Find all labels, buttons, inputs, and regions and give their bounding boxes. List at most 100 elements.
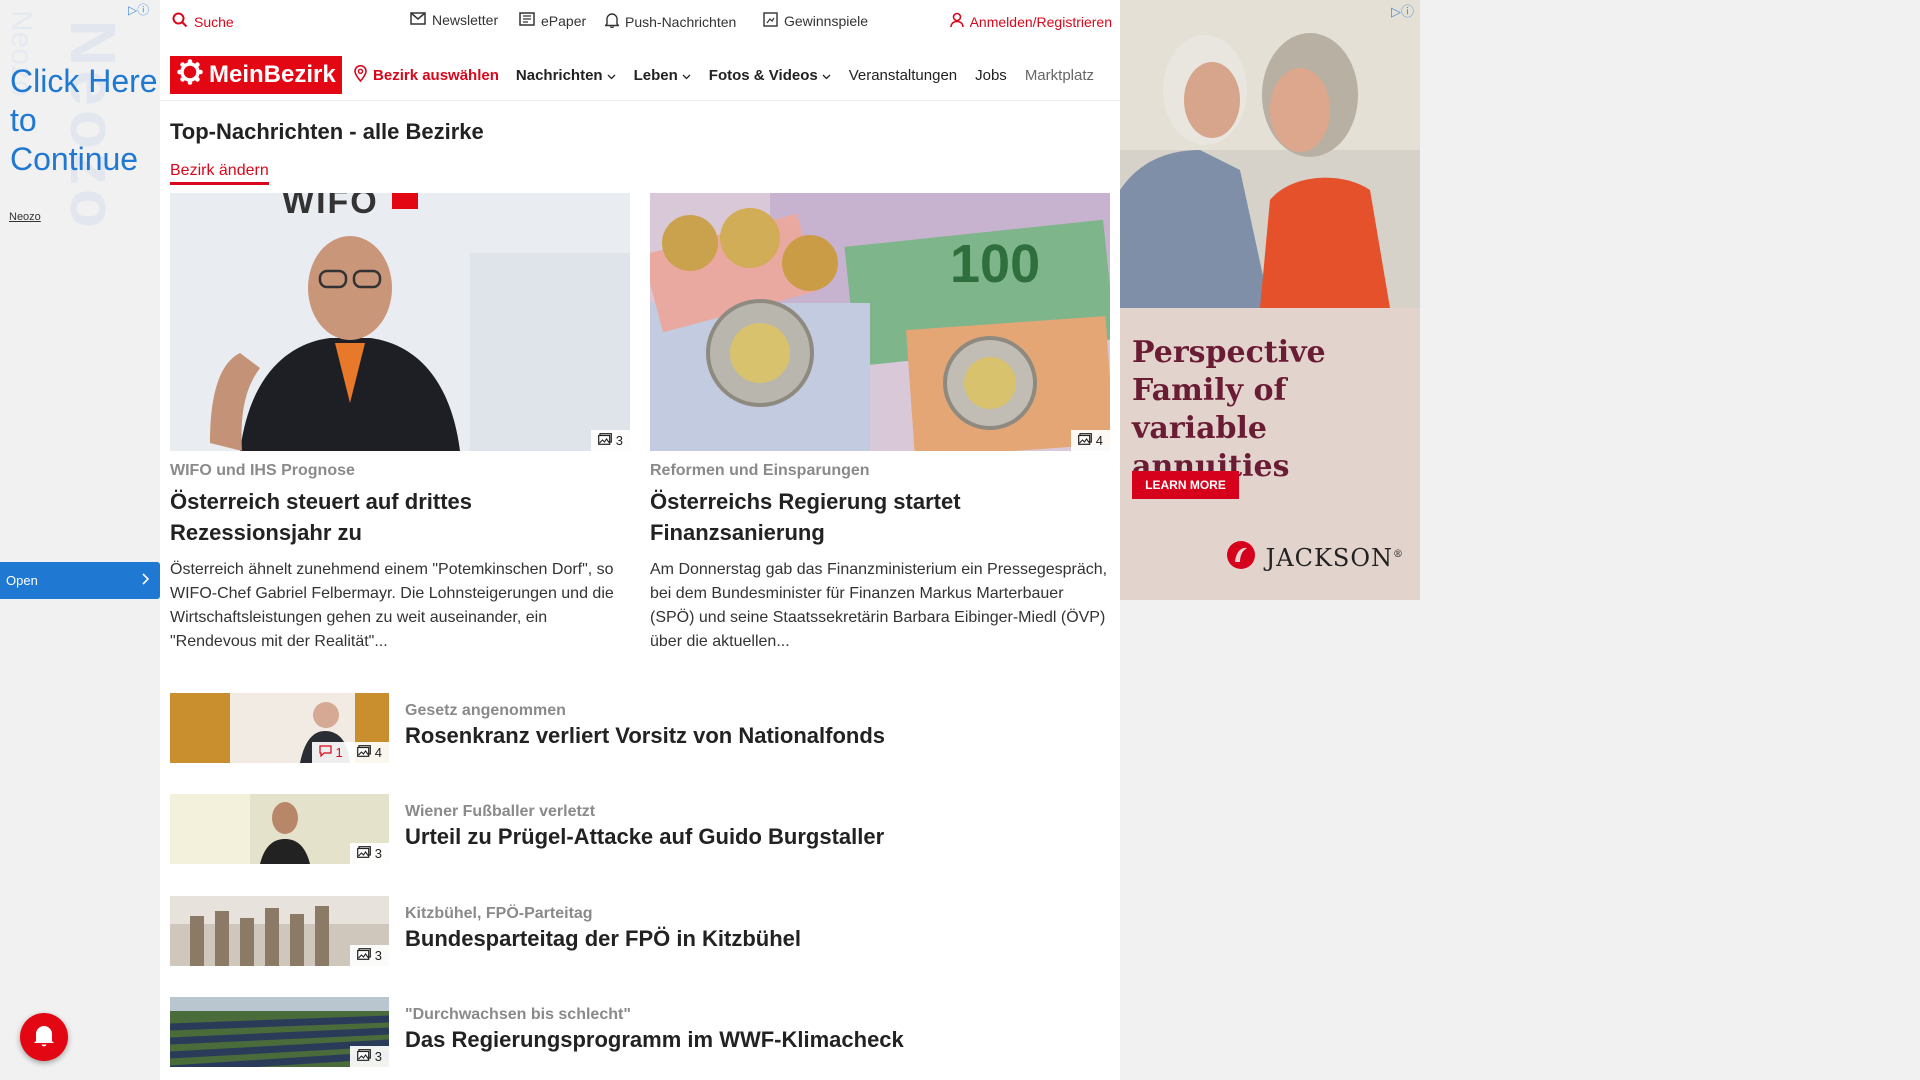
logo-gear-icon — [177, 58, 203, 92]
image-count-badge: 4 — [1070, 430, 1110, 451]
article-kicker: Wiener Fußballer verletzt — [405, 803, 596, 820]
article-kicker: Reformen und Einsparungen — [650, 462, 870, 479]
ad-cta-text[interactable]: Click Here to Continue — [10, 62, 160, 179]
article-title[interactable]: Das Regierungsprogramm im WWF-Klimacheck — [405, 1027, 904, 1053]
login-link[interactable]: Anmelden/Registrieren — [949, 12, 1112, 31]
open-button[interactable]: Open — [0, 562, 160, 599]
image-icon — [597, 433, 612, 448]
image-count-badge: 3 — [349, 945, 389, 966]
search-label: Suche — [194, 13, 234, 30]
image-icon — [356, 846, 371, 861]
service-bar: Suche Newsletter ePaper Push-Nachrichten… — [170, 12, 1112, 34]
main-content: Suche Newsletter ePaper Push-Nachrichten… — [160, 0, 1120, 1080]
article-title[interactable]: Österreich steuert auf drittes Rezession… — [170, 486, 630, 548]
image-icon — [356, 745, 371, 760]
logo-text: MeinBezirk — [209, 61, 336, 88]
article-title[interactable]: Rosenkranz verliert Vorsitz von National… — [405, 723, 885, 749]
nav-item-marktplatz[interactable]: Marktplatz — [1025, 67, 1094, 84]
chevron-down-icon — [682, 67, 691, 84]
article-title[interactable]: Urteil zu Prügel-Attacke auf Guido Burgs… — [405, 824, 884, 850]
article-kicker: Gesetz angenommen — [405, 702, 566, 719]
article-title[interactable]: Österreichs Regierung startet Finanzsani… — [650, 486, 1110, 548]
gewinnspiele-label: Gewinnspiele — [784, 13, 869, 29]
brand-mark: ® — [1393, 549, 1404, 560]
article-kicker: Kitzbühel, FPÖ-Parteitag — [405, 905, 593, 922]
page: ▷ⓘ Neozo Neozo Click Here to Continue Ne… — [0, 0, 1920, 1080]
image-count: 3 — [374, 846, 382, 861]
article-title[interactable]: Bundesparteitag der FPÖ in Kitzbühel — [405, 926, 801, 952]
article-thumbnail[interactable]: 3 — [170, 794, 389, 864]
image-count: 4 — [374, 745, 382, 760]
gewinnspiele-link[interactable]: Gewinnspiele — [763, 12, 868, 30]
nav-item-nachrichten[interactable]: Nachrichten — [516, 67, 616, 84]
newsletter-label: Newsletter — [432, 12, 499, 28]
ad-headline[interactable]: Perspective Family of variable annuities — [1132, 334, 1417, 486]
comment-count: 1 — [335, 745, 343, 760]
brand-name: JACKSON — [1265, 544, 1393, 572]
image-count-badge: 3 — [349, 1046, 389, 1067]
chevron-down-icon — [607, 67, 616, 84]
article-image[interactable]: 100 4 — [650, 193, 1110, 451]
nav-item-jobs[interactable]: Jobs — [975, 67, 1007, 84]
adchoices-icon[interactable]: ▷ⓘ — [1391, 1, 1414, 20]
bezirk-select[interactable]: Bezirk auswählen — [354, 64, 499, 86]
gift-icon — [763, 12, 778, 30]
search-link[interactable]: Suche — [172, 12, 234, 31]
bell-icon — [33, 1023, 55, 1052]
list-item[interactable]: 3 Kitzbühel, FPÖ-Parteitag Bundesparteit… — [170, 896, 1100, 966]
login-label: Anmelden/Registrieren — [969, 13, 1112, 30]
change-bezirk-link[interactable]: Bezirk ändern — [170, 162, 269, 185]
image-count: 3 — [615, 433, 623, 448]
ad-photo[interactable] — [1120, 0, 1420, 308]
list-item[interactable]: 3 "Durchwachsen bis schlecht" Das Regier… — [170, 997, 1100, 1067]
image-caption-text: 100 — [950, 234, 1041, 294]
nav-item-veranstaltungen[interactable]: Veranstaltungen — [849, 67, 957, 84]
nav-label: Veranstaltungen — [848, 66, 958, 84]
epaper-link[interactable]: ePaper — [519, 12, 586, 29]
featured-article-1[interactable]: 3 WIFO WIFO und IHS Prognose Österreich … — [170, 193, 630, 654]
image-icon — [1077, 433, 1092, 448]
nav-divider — [160, 100, 1120, 101]
nav-label: Fotos & Videos — [708, 66, 818, 84]
learn-more-button[interactable]: LEARN MORE — [1132, 471, 1239, 499]
envelope-icon — [410, 12, 426, 28]
article-kicker: "Durchwachsen bis schlecht" — [405, 1006, 631, 1023]
ad-brand[interactable]: JACKSON® — [1226, 540, 1404, 576]
right-display-ad[interactable]: ▷ⓘ Perspective Family of variable annuit… — [1120, 0, 1420, 600]
image-count: 4 — [1095, 433, 1103, 448]
search-icon — [172, 12, 188, 31]
chevron-down-icon — [822, 67, 831, 84]
image-icon — [356, 948, 371, 963]
image-count-badge: 3 — [590, 430, 630, 451]
list-item[interactable]: 3 Wiener Fußballer verletzt Urteil zu Pr… — [170, 794, 1100, 864]
article-thumbnail[interactable]: 1 4 — [170, 693, 389, 763]
comment-icon — [318, 745, 332, 760]
article-image[interactable]: 3 WIFO — [170, 193, 630, 451]
chevron-right-icon — [141, 573, 150, 588]
push-label: Push-Nachrichten — [625, 13, 737, 30]
featured-article-2[interactable]: 100 4 Reformen und Einsparungen Österrei… — [650, 193, 1110, 654]
nav-label: Jobs — [975, 66, 1007, 84]
image-count: 3 — [374, 1049, 382, 1064]
notification-bell-button[interactable] — [20, 1013, 68, 1061]
article-teaser: Österreich ähnelt zunehmend einem "Potem… — [170, 561, 614, 650]
nav-item-leben[interactable]: Leben — [634, 67, 691, 84]
nav-label: Marktplatz — [1024, 66, 1094, 84]
ad-brand-link[interactable]: Neozo — [9, 211, 41, 223]
bezirk-label: Bezirk auswählen — [373, 66, 499, 84]
epaper-label: ePaper — [541, 12, 587, 29]
newspaper-icon — [519, 12, 535, 29]
newsletter-link[interactable]: Newsletter — [410, 12, 498, 28]
article-thumbnail[interactable]: 3 — [170, 896, 389, 966]
push-link[interactable]: Push-Nachrichten — [603, 12, 737, 31]
user-icon — [949, 12, 964, 31]
image-icon — [356, 1049, 371, 1064]
list-item[interactable]: 1 4 Gesetz angenommen Rosenkranz verlier… — [170, 693, 1100, 763]
logo[interactable]: MeinBezirk — [170, 56, 343, 94]
left-skyscraper-ad[interactable]: ▷ⓘ Neozo Neozo Click Here to Continue Ne… — [0, 0, 160, 1080]
adchoices-icon[interactable]: ▷ⓘ — [128, 1, 149, 18]
article-teaser: Am Donnerstag gab das Finanzministerium … — [650, 561, 1108, 650]
jackson-logo-icon — [1226, 540, 1256, 576]
article-thumbnail[interactable]: 3 — [170, 997, 389, 1067]
nav-item-fotos-videos[interactable]: Fotos & Videos — [709, 67, 831, 84]
